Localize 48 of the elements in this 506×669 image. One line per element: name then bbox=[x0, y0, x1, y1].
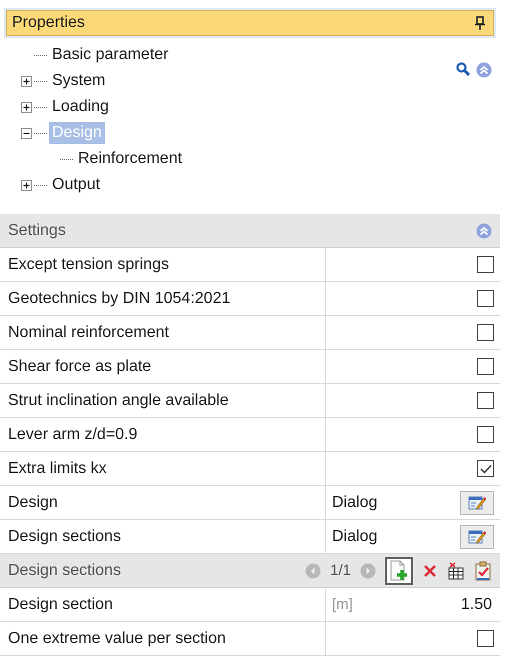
tree-item[interactable]: System bbox=[49, 70, 108, 92]
section-title: Design sections bbox=[8, 562, 121, 580]
pin-icon[interactable] bbox=[475, 16, 485, 30]
unit-label: [m] bbox=[332, 596, 354, 613]
edit-icon bbox=[468, 528, 486, 544]
property-label: One extreme value per section bbox=[7, 630, 227, 648]
property-label: Geotechnics by DIN 1054:2021 bbox=[7, 290, 232, 308]
table-delete-icon[interactable] bbox=[447, 562, 465, 580]
collapse-icon[interactable] bbox=[21, 128, 32, 138]
tree-item[interactable]: Output bbox=[49, 174, 104, 196]
checkbox[interactable] bbox=[477, 290, 494, 307]
checkbox[interactable] bbox=[477, 630, 494, 647]
expand-icon[interactable] bbox=[21, 180, 32, 190]
property-value: Dialog bbox=[332, 528, 378, 546]
clipboard-check-icon[interactable] bbox=[474, 560, 492, 580]
edit-button[interactable] bbox=[460, 490, 494, 514]
checkbox[interactable] bbox=[477, 392, 494, 409]
property-label: Nominal reinforcement bbox=[7, 324, 170, 342]
search-icon[interactable] bbox=[456, 62, 470, 76]
checkbox[interactable] bbox=[477, 324, 494, 341]
panel-title: Properties bbox=[12, 14, 85, 32]
property-label: Shear force as plate bbox=[7, 358, 152, 376]
property-label: Extra limits kx bbox=[7, 460, 108, 478]
add-button[interactable] bbox=[385, 556, 413, 584]
property-label: Except tension springs bbox=[7, 256, 170, 274]
property-label: Lever arm z/d=0.9 bbox=[7, 426, 138, 444]
tree-item[interactable]: Loading bbox=[49, 96, 112, 118]
expand-icon[interactable] bbox=[21, 76, 32, 86]
property-label: Design section bbox=[7, 596, 114, 614]
page-counter: 1/1 bbox=[330, 562, 351, 579]
tree-item[interactable]: Basic parameter bbox=[49, 44, 172, 66]
property-label: Strut inclination angle available bbox=[7, 392, 230, 410]
expand-icon[interactable] bbox=[21, 102, 32, 112]
property-value: 1.50 bbox=[460, 596, 493, 614]
checkbox[interactable] bbox=[477, 256, 494, 273]
edit-button[interactable] bbox=[460, 524, 494, 548]
checkbox[interactable] bbox=[477, 426, 494, 443]
property-label: Design bbox=[7, 494, 59, 512]
check-icon bbox=[480, 464, 492, 474]
property-value: Dialog bbox=[332, 494, 378, 512]
delete-icon[interactable] bbox=[422, 562, 438, 578]
tree-item[interactable]: Reinforcement bbox=[75, 148, 186, 170]
checkbox[interactable] bbox=[477, 460, 494, 477]
section-title: Settings bbox=[8, 222, 66, 240]
add-document-icon bbox=[389, 560, 409, 582]
property-label: Design sections bbox=[7, 528, 122, 546]
edit-icon bbox=[468, 494, 486, 510]
checkbox[interactable] bbox=[477, 358, 494, 375]
